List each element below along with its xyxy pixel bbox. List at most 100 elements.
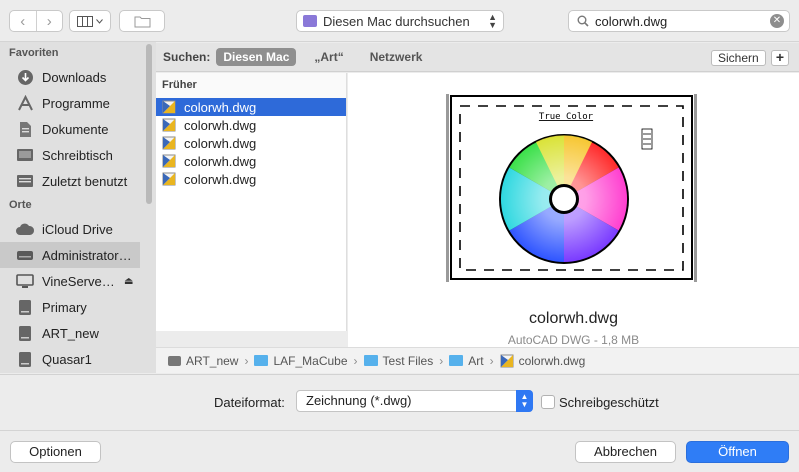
breadcrumb-label: colorwh.dwg bbox=[518, 353, 586, 368]
location-label: Diesen Mac durchsuchen bbox=[323, 13, 470, 29]
file-list: Früher colorwh.dwg colorwh.dwg colorwh.d… bbox=[156, 73, 347, 331]
sidebar-item-zuletzt-benutzt[interactable]: Zuletzt benutzt bbox=[0, 168, 156, 194]
sidebar-item-dokumente[interactable]: Dokumente bbox=[0, 116, 156, 142]
folder-icon bbox=[254, 355, 269, 366]
disk-icon bbox=[15, 350, 35, 368]
options-button[interactable]: Optionen bbox=[10, 441, 101, 463]
sidebar: Favoriten Downloads Programme Dokumente … bbox=[0, 42, 156, 373]
format-select[interactable]: Zeichnung (*.dwg) ▲ ▼ bbox=[296, 390, 533, 412]
chevron-right-icon: › bbox=[439, 353, 444, 368]
search-input[interactable] bbox=[595, 13, 765, 29]
folder-icon bbox=[363, 355, 378, 366]
sidebar-item-label: VineServe… bbox=[42, 273, 115, 289]
sidebar-item-label: iCloud Drive bbox=[42, 221, 113, 237]
readonly-label: Schreibgeschützt bbox=[559, 395, 659, 410]
document-icon bbox=[15, 120, 35, 138]
sidebar-item-label: Downloads bbox=[42, 69, 107, 85]
preview-filename: colorwh.dwg bbox=[529, 310, 618, 327]
dwg-file-icon bbox=[162, 136, 176, 150]
scope-label: Suchen: bbox=[163, 50, 211, 64]
breadcrumb-art-new[interactable]: ART_new bbox=[168, 354, 238, 368]
chevron-down-icon bbox=[96, 18, 103, 24]
toolbar: ‹ › Diesen Mac durchsuchen ▲▼ ✕ bbox=[0, 0, 799, 42]
sidebar-item-quasar1[interactable]: Quasar1 bbox=[0, 346, 156, 372]
sidebar-item-label: Zuletzt benutzt bbox=[42, 173, 128, 189]
drawing-thumbnail: True Color bbox=[446, 94, 697, 282]
button-bar: Optionen Abbrechen Öffnen bbox=[0, 430, 799, 472]
clear-search-icon[interactable]: ✕ bbox=[770, 14, 784, 28]
sidebar-item-art-new[interactable]: ART_new bbox=[0, 320, 156, 346]
back-button[interactable]: ‹ bbox=[10, 11, 36, 31]
sidebar-item-label: Programme bbox=[42, 95, 110, 111]
cloud-icon bbox=[15, 220, 35, 238]
scope-this-mac[interactable]: Diesen Mac bbox=[216, 48, 297, 66]
breadcrumb-label: Art bbox=[468, 353, 484, 368]
path-bar: ART_new › LAF_MaCube › Test Files › Art … bbox=[156, 347, 799, 373]
sidebar-section-favorites: Favoriten bbox=[9, 47, 59, 59]
search-icon bbox=[577, 15, 589, 27]
color-wheel-graphic bbox=[499, 134, 629, 264]
navigation-group: ‹ › bbox=[9, 10, 63, 32]
chevron-right-icon: › bbox=[244, 353, 249, 368]
list-item[interactable]: colorwh.dwg bbox=[156, 134, 346, 152]
file-name: colorwh.dwg bbox=[184, 153, 257, 169]
list-item[interactable]: colorwh.dwg bbox=[156, 116, 346, 134]
file-name: colorwh.dwg bbox=[184, 99, 257, 115]
search-scope-bar: Suchen: Diesen Mac „Art“ Netzwerk Sicher… bbox=[156, 43, 799, 72]
dwg-file-icon bbox=[162, 172, 176, 186]
breadcrumb-label: LAF_MaCube bbox=[273, 353, 348, 368]
desktop-icon bbox=[15, 146, 35, 164]
chevron-right-icon: › bbox=[353, 353, 358, 368]
sidebar-item-label: Administrator… bbox=[42, 247, 132, 263]
dwg-file-icon bbox=[500, 354, 514, 367]
cancel-button[interactable]: Abbrechen bbox=[575, 441, 676, 463]
breadcrumb-art[interactable]: Art bbox=[449, 353, 484, 368]
list-item[interactable]: colorwh.dwg bbox=[156, 170, 346, 188]
preview-meta: AutoCAD DWG - 1,8 MB bbox=[507, 333, 640, 347]
column-view-icon bbox=[77, 15, 93, 27]
sidebar-item-vineserve[interactable]: VineServe… ⏏ bbox=[0, 268, 156, 294]
hard-drive-icon bbox=[15, 246, 35, 264]
breadcrumb-test-files[interactable]: Test Files bbox=[363, 354, 433, 368]
drawing-title: True Color bbox=[539, 112, 594, 122]
new-folder-button[interactable] bbox=[119, 10, 165, 32]
recents-icon bbox=[15, 172, 35, 190]
forward-button[interactable]: › bbox=[35, 11, 63, 31]
folder-search-icon bbox=[303, 15, 317, 27]
file-name: colorwh.dwg bbox=[184, 117, 257, 133]
dwg-file-icon bbox=[162, 154, 176, 168]
open-button[interactable]: Öffnen bbox=[686, 441, 789, 463]
new-folder-icon bbox=[134, 16, 150, 27]
file-name: colorwh.dwg bbox=[184, 171, 257, 187]
breadcrumb-laf-macube[interactable]: LAF_MaCube bbox=[254, 353, 348, 368]
sidebar-section-places: Orte bbox=[9, 199, 32, 211]
list-item[interactable]: colorwh.dwg bbox=[156, 152, 346, 170]
scope-network[interactable]: Netzwerk bbox=[370, 50, 423, 64]
format-label: Dateiformat: bbox=[214, 395, 285, 410]
eject-icon[interactable]: ⏏ bbox=[124, 276, 133, 287]
sidebar-item-label: Dokumente bbox=[42, 121, 109, 137]
disk-icon bbox=[15, 324, 35, 342]
dwg-file-icon bbox=[162, 100, 176, 114]
sidebar-scrollbar[interactable] bbox=[146, 44, 152, 204]
location-popup[interactable]: Diesen Mac durchsuchen ▲ ▼ bbox=[296, 10, 504, 32]
sidebar-item-programme[interactable]: Programme bbox=[0, 90, 156, 116]
view-mode-button[interactable] bbox=[69, 10, 111, 32]
sidebar-item-icloud-drive[interactable]: iCloud Drive bbox=[0, 216, 156, 242]
sidebar-item-downloads[interactable]: Downloads bbox=[0, 64, 156, 90]
scope-art[interactable]: „Art“ bbox=[314, 50, 343, 64]
breadcrumb-colorwh[interactable]: colorwh.dwg bbox=[500, 353, 586, 368]
save-search-button[interactable]: Sichern bbox=[711, 50, 766, 66]
breadcrumb-label: ART_new bbox=[186, 353, 239, 368]
add-criteria-button[interactable]: + bbox=[771, 50, 789, 66]
updown-arrows-icon: ▲ ▼ bbox=[488, 12, 497, 30]
sidebar-item-label: Quasar1 bbox=[42, 351, 92, 367]
sidebar-item-administrator[interactable]: Administrator… bbox=[0, 242, 140, 268]
sidebar-item-primary[interactable]: Primary bbox=[0, 294, 156, 320]
folder-icon bbox=[449, 355, 464, 366]
search-field[interactable]: ✕ bbox=[568, 10, 790, 32]
readonly-checkbox[interactable] bbox=[541, 395, 555, 409]
sidebar-item-label: Schreibtisch bbox=[42, 147, 113, 163]
list-item[interactable]: colorwh.dwg bbox=[156, 98, 346, 116]
sidebar-item-schreibtisch[interactable]: Schreibtisch bbox=[0, 142, 156, 168]
